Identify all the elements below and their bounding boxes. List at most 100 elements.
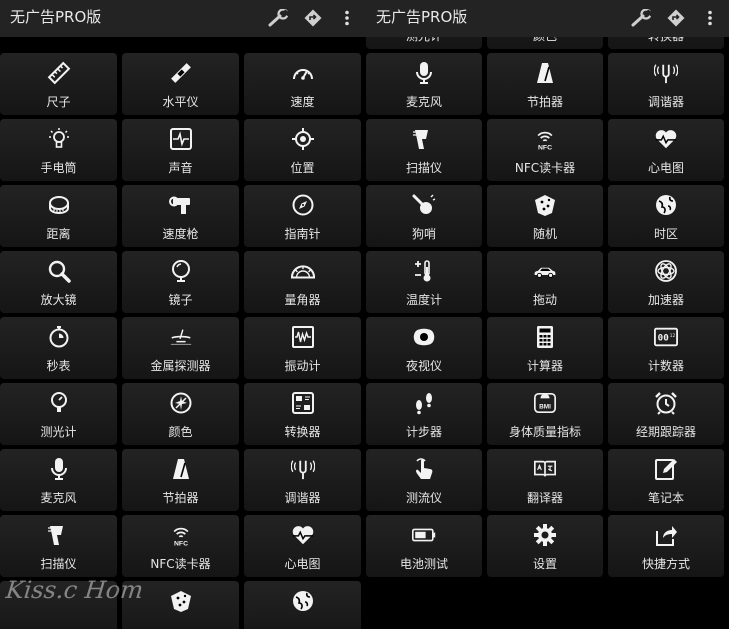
compass-icon <box>291 193 315 217</box>
tool-tile[interactable]: 颜色 <box>122 383 239 445</box>
nfc-icon: NFC <box>533 127 557 151</box>
svg-text:NFC: NFC <box>173 540 187 547</box>
tool-tile[interactable]: 节拍器 <box>487 53 603 115</box>
tool-label: 水平仪 <box>162 95 199 109</box>
app-toolbar: 无广告PRO版 <box>366 0 729 37</box>
level-icon <box>169 61 193 85</box>
tool-grid: 尺子 水平仪 速度手电筒 声音 位置距离 速度枪 指南针放大镜 镜子 量角器秒表 金属探测器 振动计… <box>0 53 366 629</box>
watermark: Kiss.c Hom <box>4 576 145 604</box>
tool-tile[interactable]: 计算器 <box>487 317 603 379</box>
tool-tile[interactable]: 随机 <box>487 185 603 247</box>
tool-tile[interactable]: 指南针 <box>244 185 361 247</box>
svg-text:00: 00 <box>658 333 669 344</box>
tool-tile[interactable]: 声音 <box>122 119 239 181</box>
tool-label: 节拍器 <box>162 491 199 505</box>
color-icon <box>169 391 193 415</box>
tool-label: 尺子 <box>46 95 71 109</box>
tool-tile[interactable]: 镜子 <box>122 251 239 313</box>
tool-tile[interactable]: 心电图 <box>608 119 724 181</box>
calculator-icon <box>533 325 557 349</box>
tool-tile[interactable]: 调谐器 <box>244 449 361 511</box>
tool-label: 快捷方式 <box>641 557 690 571</box>
more-vert-icon[interactable] <box>693 5 727 31</box>
tool-tile[interactable]: 快捷方式 <box>608 515 724 577</box>
tool-row: 电池测试 设置 快捷方式 <box>366 515 729 577</box>
touch-hand-icon <box>412 457 436 481</box>
tool-row: 放大镜 镜子 量角器 <box>0 251 366 313</box>
directions-icon[interactable] <box>659 5 693 31</box>
tool-tile[interactable]: 笔记本 <box>608 449 724 511</box>
tool-tile[interactable]: 00 12 计数器 <box>608 317 724 379</box>
tool-tile[interactable]: 麦克风 <box>0 449 117 511</box>
scanner-icon <box>412 127 436 151</box>
tool-tile[interactable]: 速度 <box>244 53 361 115</box>
tool-tile[interactable]: 温度计 <box>366 251 482 313</box>
tool-tile[interactable]: 计步器 <box>366 383 482 445</box>
tool-tile[interactable]: 速度枪 <box>122 185 239 247</box>
tool-tile[interactable]: 翻译器 <box>487 449 603 511</box>
tool-tile[interactable]: 扫描仪 <box>0 515 117 577</box>
protractor-icon <box>290 259 315 283</box>
tool-label: 调谐器 <box>647 95 684 109</box>
tool-tile[interactable]: NFC NFC读卡器 <box>487 119 603 181</box>
tool-tile[interactable]: 经期跟踪器 <box>608 383 724 445</box>
tool-tile[interactable]: 手电筒 <box>0 119 117 181</box>
tool-tile[interactable]: 设置 <box>487 515 603 577</box>
atom-icon <box>654 259 678 283</box>
tool-label: 金属探测器 <box>150 359 211 373</box>
tool-tile[interactable]: NFC NFC读卡器 <box>122 515 239 577</box>
tool-tile[interactable]: 调谐器 <box>608 53 724 115</box>
tool-row: 手电筒 声音 位置 <box>0 119 366 181</box>
location-icon <box>291 127 315 151</box>
tool-tile[interactable]: 距离 <box>0 185 117 247</box>
microphone-icon <box>412 61 436 85</box>
tool-tile[interactable]: 加速器 <box>608 251 724 313</box>
tool-tile[interactable]: 节拍器 <box>122 449 239 511</box>
counter-icon: 00 12 <box>654 325 678 349</box>
dice-icon <box>533 193 557 217</box>
tool-tile[interactable]: 水平仪 <box>122 53 239 115</box>
tool-row: 计步器 BMI 身体质量指标 经期跟踪器 <box>366 383 729 445</box>
tool-tile[interactable]: 量角器 <box>244 251 361 313</box>
tape-measure-icon <box>47 193 71 217</box>
tool-tile[interactable]: 位置 <box>244 119 361 181</box>
tool-label: 转换器 <box>284 425 321 439</box>
tool-tile[interactable]: 秒表 <box>0 317 117 379</box>
wrench-icon[interactable] <box>625 5 659 31</box>
tool-label: 翻译器 <box>526 491 563 505</box>
tool-label: 计数器 <box>647 359 684 373</box>
tool-tile[interactable]: 转换器 <box>244 383 361 445</box>
tool-tile[interactable]: 夜视仪 <box>366 317 482 379</box>
tool-tile[interactable]: 放大镜 <box>0 251 117 313</box>
tool-label: 心电图 <box>647 161 684 175</box>
tool-tile[interactable]: 麦克风 <box>366 53 482 115</box>
directions-icon[interactable] <box>296 5 330 31</box>
tool-label: 拖动 <box>532 293 557 307</box>
tool-tile[interactable]: 扫描仪 <box>366 119 482 181</box>
wrench-icon[interactable] <box>262 5 296 31</box>
tool-label: 放大镜 <box>40 293 77 307</box>
tool-tile[interactable]: 金属探测器 <box>122 317 239 379</box>
tool-tile[interactable]: BMI 身体质量指标 <box>487 383 603 445</box>
app-title: 无广告PRO版 <box>376 8 468 26</box>
tool-tile[interactable]: 拖动 <box>487 251 603 313</box>
tool-tile[interactable]: 测流仪 <box>366 449 482 511</box>
tool-label: 手电筒 <box>40 161 77 175</box>
right-screen: 测光计颜色转换器麦克风节拍器调谐器扫描仪NFCNFC读卡器心电图狗哨随机时区温度… <box>366 0 729 629</box>
tool-label: 麦克风 <box>405 95 442 109</box>
tuner-icon <box>290 457 315 481</box>
tool-tile[interactable]: 测光计 <box>0 383 117 445</box>
tool-tile[interactable]: 尺子 <box>0 53 117 115</box>
tool-tile[interactable]: 振动计 <box>244 317 361 379</box>
tool-tile[interactable] <box>244 581 361 629</box>
tool-label: 扫描仪 <box>40 557 77 571</box>
tool-row: 温度计 拖动 加速器 <box>366 251 729 313</box>
tool-tile[interactable]: 狗哨 <box>366 185 482 247</box>
scanner-icon <box>47 523 71 547</box>
more-vert-icon[interactable] <box>330 5 364 31</box>
thermometer-icon <box>412 259 436 283</box>
tool-tile[interactable]: 心电图 <box>244 515 361 577</box>
tool-tile[interactable]: 电池测试 <box>366 515 482 577</box>
tuner-icon <box>654 61 678 85</box>
tool-tile[interactable]: 时区 <box>608 185 724 247</box>
